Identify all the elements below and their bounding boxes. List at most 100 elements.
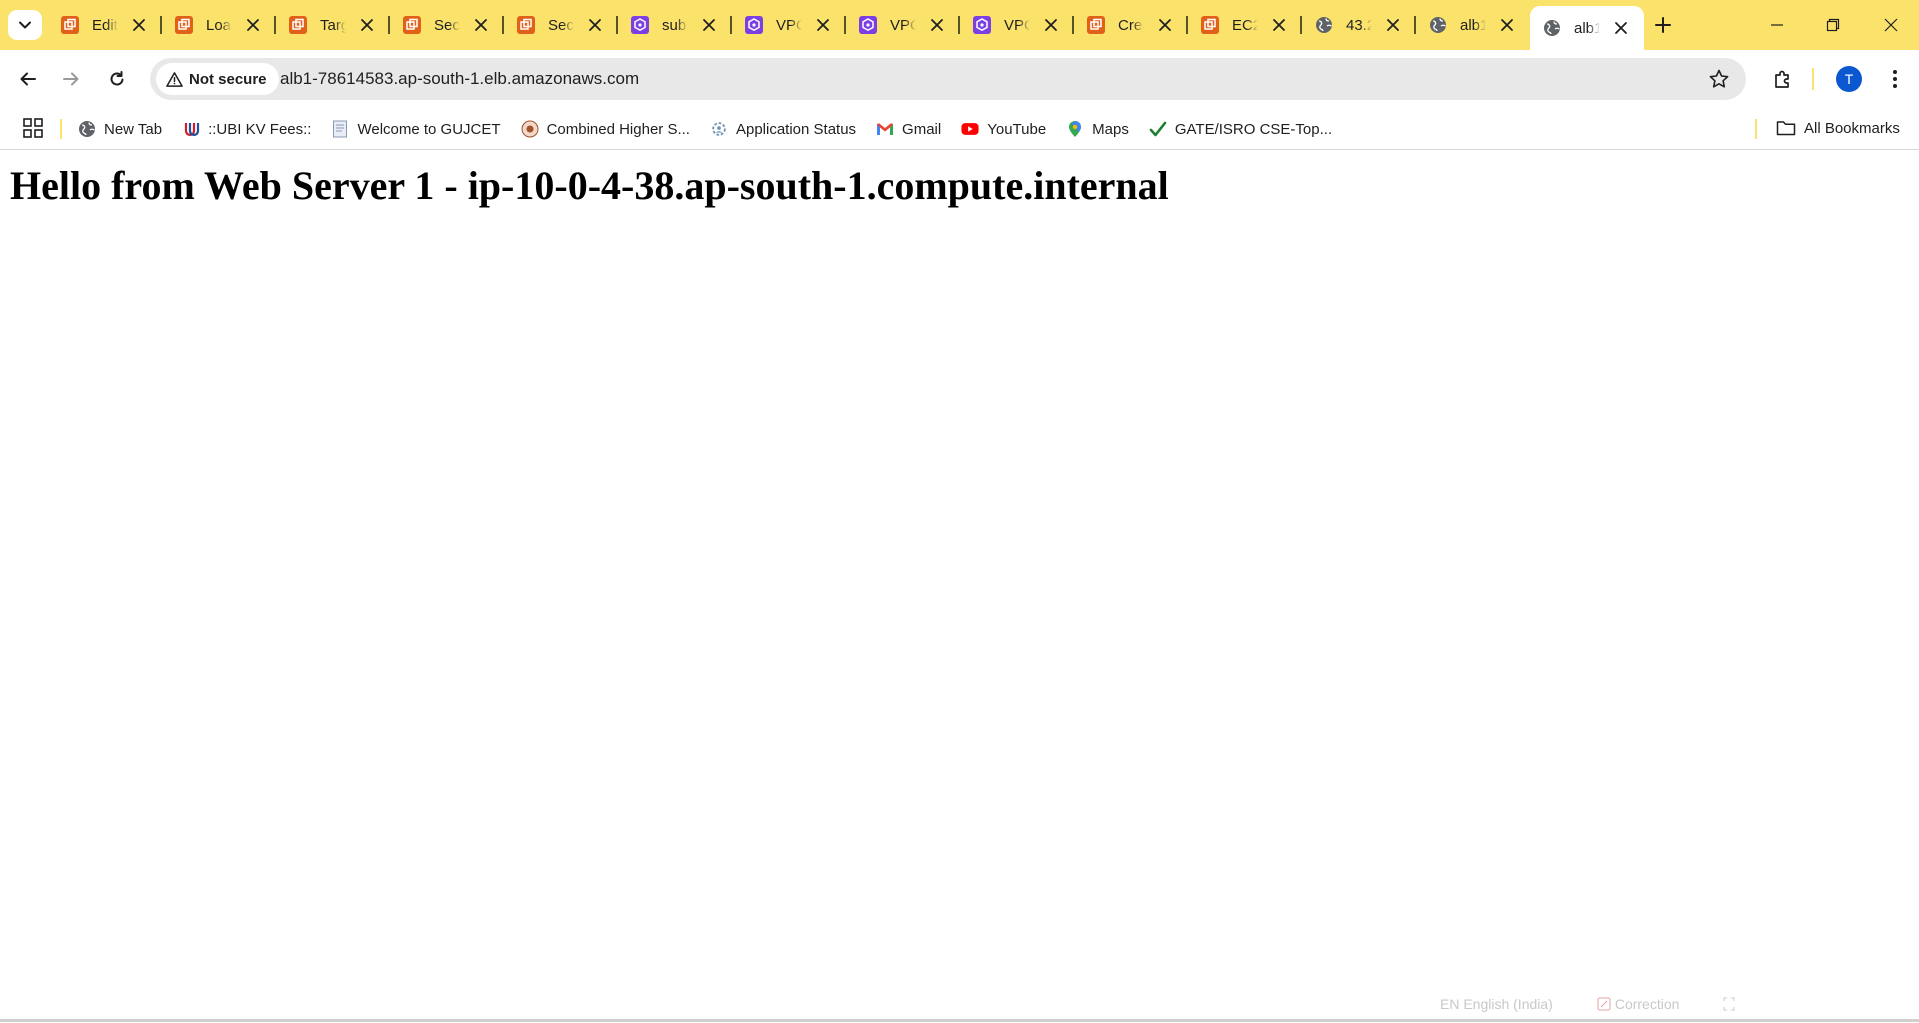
close-icon[interactable] xyxy=(930,18,944,32)
all-bookmarks-label: All Bookmarks xyxy=(1804,119,1900,137)
globe-icon xyxy=(1314,15,1334,35)
browser-toolbar: Not secure alb1-78614583.ap-south-1.elb.… xyxy=(0,50,1919,108)
tab-search-button[interactable] xyxy=(8,10,42,40)
bookmark-label: Gmail xyxy=(902,120,942,138)
profile-avatar[interactable]: T xyxy=(1836,66,1862,92)
bookmark-item[interactable]: ::UBI KV Fees:: xyxy=(182,120,311,138)
close-icon[interactable] xyxy=(360,18,374,32)
close-icon[interactable] xyxy=(1614,21,1628,35)
bookmark-label: GATE/ISRO CSE-Top... xyxy=(1174,120,1333,138)
bookmarks-bar: New Tab::UBI KV Fees:: Welcome to GUJCET C… xyxy=(0,108,1919,150)
ime-correction[interactable]: Correction xyxy=(1597,996,1679,1012)
all-bookmarks-button[interactable]: All Bookmarks xyxy=(1776,119,1900,137)
close-icon[interactable] xyxy=(1272,18,1286,32)
close-icon[interactable] xyxy=(132,18,146,32)
close-icon xyxy=(1884,18,1898,32)
tab-title: EC2 xyxy=(1232,16,1258,34)
bookmark-item[interactable]: Gmail xyxy=(876,120,941,138)
apps-grid-icon[interactable] xyxy=(22,117,44,139)
url-text[interactable]: alb1-78614583.ap-south-1.elb.amazonaws.c… xyxy=(280,69,639,89)
close-icon[interactable] xyxy=(1386,18,1400,32)
bookmark-item[interactable]: YouTube xyxy=(961,120,1046,138)
gmail-icon xyxy=(876,120,894,138)
security-label: Not secure xyxy=(189,70,267,88)
tab-title: 43.2 xyxy=(1346,16,1372,34)
aws-orange-icon xyxy=(288,15,308,35)
address-bar[interactable]: Not secure alb1-78614583.ap-south-1.elb.… xyxy=(150,58,1746,100)
tab-title: Edit xyxy=(92,16,118,34)
toolbar-divider xyxy=(1812,68,1814,90)
close-icon[interactable] xyxy=(588,18,602,32)
tab[interactable]: Targ xyxy=(276,0,390,50)
forward-button[interactable] xyxy=(56,64,86,94)
close-icon[interactable] xyxy=(1044,18,1058,32)
correction-icon xyxy=(1597,997,1611,1011)
security-chip[interactable]: Not secure xyxy=(156,63,279,95)
tab-active[interactable]: alb1 xyxy=(1530,6,1644,50)
bookmark-item[interactable]: Combined Higher S... xyxy=(521,120,690,138)
tab[interactable]: Secu xyxy=(504,0,618,50)
tab[interactable]: Load xyxy=(162,0,276,50)
tab[interactable]: Crea xyxy=(1074,0,1188,50)
ime-language-label: EN English (India) xyxy=(1440,996,1553,1012)
tab[interactable]: VPC xyxy=(960,0,1074,50)
tab-title: Crea xyxy=(1118,16,1144,34)
tab[interactable]: Secu xyxy=(390,0,504,50)
tab[interactable]: alb1 xyxy=(1416,0,1530,50)
reload-button[interactable] xyxy=(102,64,132,94)
bookmark-item[interactable]: New Tab xyxy=(78,120,162,138)
ime-language[interactable]: EN English (India) xyxy=(1440,996,1553,1012)
window-bottom-border xyxy=(0,1019,1919,1022)
aws-orange-icon xyxy=(516,15,536,35)
folder-icon xyxy=(1776,121,1796,136)
tab[interactable]: 43.2 xyxy=(1302,0,1416,50)
close-icon[interactable] xyxy=(816,18,830,32)
vpc-purple-icon xyxy=(972,15,992,35)
close-icon[interactable] xyxy=(474,18,488,32)
bookmark-label: YouTube xyxy=(987,120,1047,138)
restore-button[interactable] xyxy=(1818,10,1848,40)
ubi-logo-icon xyxy=(182,120,200,138)
bookmark-item[interactable]: GATE/ISRO CSE-Top... xyxy=(1149,120,1332,138)
browser-menu-button[interactable] xyxy=(1880,64,1910,94)
globe-icon xyxy=(1542,18,1562,38)
tab[interactable]: Edit xyxy=(48,0,162,50)
close-icon[interactable] xyxy=(1500,18,1514,32)
bookmark-item[interactable]: Maps xyxy=(1066,120,1129,138)
close-icon[interactable] xyxy=(1158,18,1172,32)
globe-icon xyxy=(78,120,96,138)
bookmark-label: ::UBI KV Fees:: xyxy=(208,120,312,138)
bookmark-item[interactable]: Welcome to GUJCET xyxy=(331,120,501,138)
expand-icon[interactable] xyxy=(1723,997,1735,1011)
tab[interactable]: VPC xyxy=(846,0,960,50)
tab-title: alb1 xyxy=(1460,16,1486,34)
vpc-purple-icon xyxy=(630,15,650,35)
tab[interactable]: EC2 xyxy=(1188,0,1302,50)
close-window-button[interactable] xyxy=(1876,10,1906,40)
star-icon[interactable] xyxy=(1708,68,1730,90)
minimize-button[interactable] xyxy=(1762,10,1792,40)
checkmark-icon xyxy=(1149,120,1167,138)
tab[interactable]: sub xyxy=(618,0,732,50)
aws-orange-icon xyxy=(60,15,80,35)
plus-icon xyxy=(1655,17,1671,33)
emblem-icon xyxy=(521,120,539,138)
aws-orange-icon xyxy=(1200,15,1220,35)
aws-orange-icon xyxy=(174,15,194,35)
bookmark-item[interactable]: Application Status xyxy=(710,120,856,138)
close-icon[interactable] xyxy=(702,18,716,32)
extensions-button[interactable] xyxy=(1768,64,1798,94)
close-icon[interactable] xyxy=(246,18,260,32)
back-button[interactable] xyxy=(13,64,43,94)
bookmarks-divider xyxy=(60,119,62,139)
youtube-icon xyxy=(961,120,979,138)
reload-icon xyxy=(110,71,124,86)
tab-title: VPC xyxy=(776,16,802,34)
new-tab-button[interactable] xyxy=(1650,12,1676,38)
kebab-menu-icon xyxy=(1893,70,1897,88)
tab-title: Secu xyxy=(434,16,460,34)
tab-title: Targ xyxy=(320,16,346,34)
ime-toolbar: EN English (India) Correction xyxy=(1440,996,1735,1012)
tab[interactable]: VPC xyxy=(732,0,846,50)
page-heading: Hello from Web Server 1 - ip-10-0-4-38.a… xyxy=(10,163,1169,208)
